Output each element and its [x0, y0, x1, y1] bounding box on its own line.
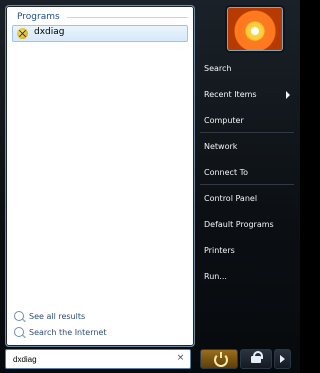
search-links: See all results Search the Internet: [14, 308, 106, 340]
right-item-control-panel-label: Control Panel: [204, 194, 258, 203]
search-icon: [14, 311, 24, 321]
power-options-button[interactable]: [274, 349, 291, 369]
close-icon[interactable]: ×: [175, 351, 186, 365]
start-search-input[interactable]: [11, 351, 175, 367]
program-result-label: dxdiag: [34, 27, 65, 37]
right-item-printers[interactable]: Printers: [204, 242, 294, 260]
right-item-search[interactable]: Search: [204, 60, 294, 78]
lock-button[interactable]: [240, 349, 272, 369]
submenu-arrow-icon: [286, 91, 290, 99]
right-item-connect-to-label: Connect To: [204, 168, 249, 177]
right-item-run[interactable]: Run...: [204, 268, 294, 286]
start-menu: Programs dxdiag See all results Search t…: [0, 0, 300, 373]
dxdiag-icon: [17, 28, 28, 39]
start-menu-left-pane: Programs dxdiag See all results Search t…: [5, 5, 195, 347]
power-icon: [214, 352, 228, 367]
see-all-results-label: See all results: [29, 311, 86, 321]
right-item-computer[interactable]: Computer: [204, 112, 294, 130]
right-item-network-label: Network: [204, 142, 238, 151]
lock-icon: [251, 351, 263, 363]
right-item-computer-label: Computer: [204, 116, 244, 125]
program-result-dxdiag[interactable]: dxdiag: [12, 25, 188, 42]
search-the-internet-label: Search the Internet: [29, 327, 107, 337]
start-search-box[interactable]: ×: [5, 349, 191, 369]
avatar[interactable]: [227, 7, 283, 51]
right-item-default-programs[interactable]: Default Programs: [204, 216, 294, 234]
right-item-network[interactable]: Network: [204, 138, 294, 156]
chevron-right-icon: [280, 355, 285, 363]
right-item-run-label: Run...: [204, 272, 227, 281]
programs-group-title: Programs: [17, 12, 60, 22]
search-icon: [14, 327, 24, 337]
right-divider-1: [200, 132, 294, 133]
right-item-search-label: Search: [204, 64, 232, 73]
see-all-results-link[interactable]: See all results: [14, 308, 106, 324]
right-item-printers-label: Printers: [204, 246, 235, 255]
right-item-control-panel[interactable]: Control Panel: [204, 190, 294, 208]
right-item-default-programs-label: Default Programs: [204, 220, 274, 229]
search-the-internet-link[interactable]: Search the Internet: [14, 324, 106, 340]
right-item-connect-to[interactable]: Connect To: [204, 164, 294, 182]
programs-group-divider: [67, 17, 188, 18]
power-button[interactable]: [200, 349, 238, 369]
right-divider-2: [200, 184, 294, 185]
right-item-recent-items[interactable]: Recent Items: [204, 86, 294, 104]
right-item-recent-items-label: Recent Items: [204, 90, 257, 99]
power-controls: [198, 349, 291, 369]
